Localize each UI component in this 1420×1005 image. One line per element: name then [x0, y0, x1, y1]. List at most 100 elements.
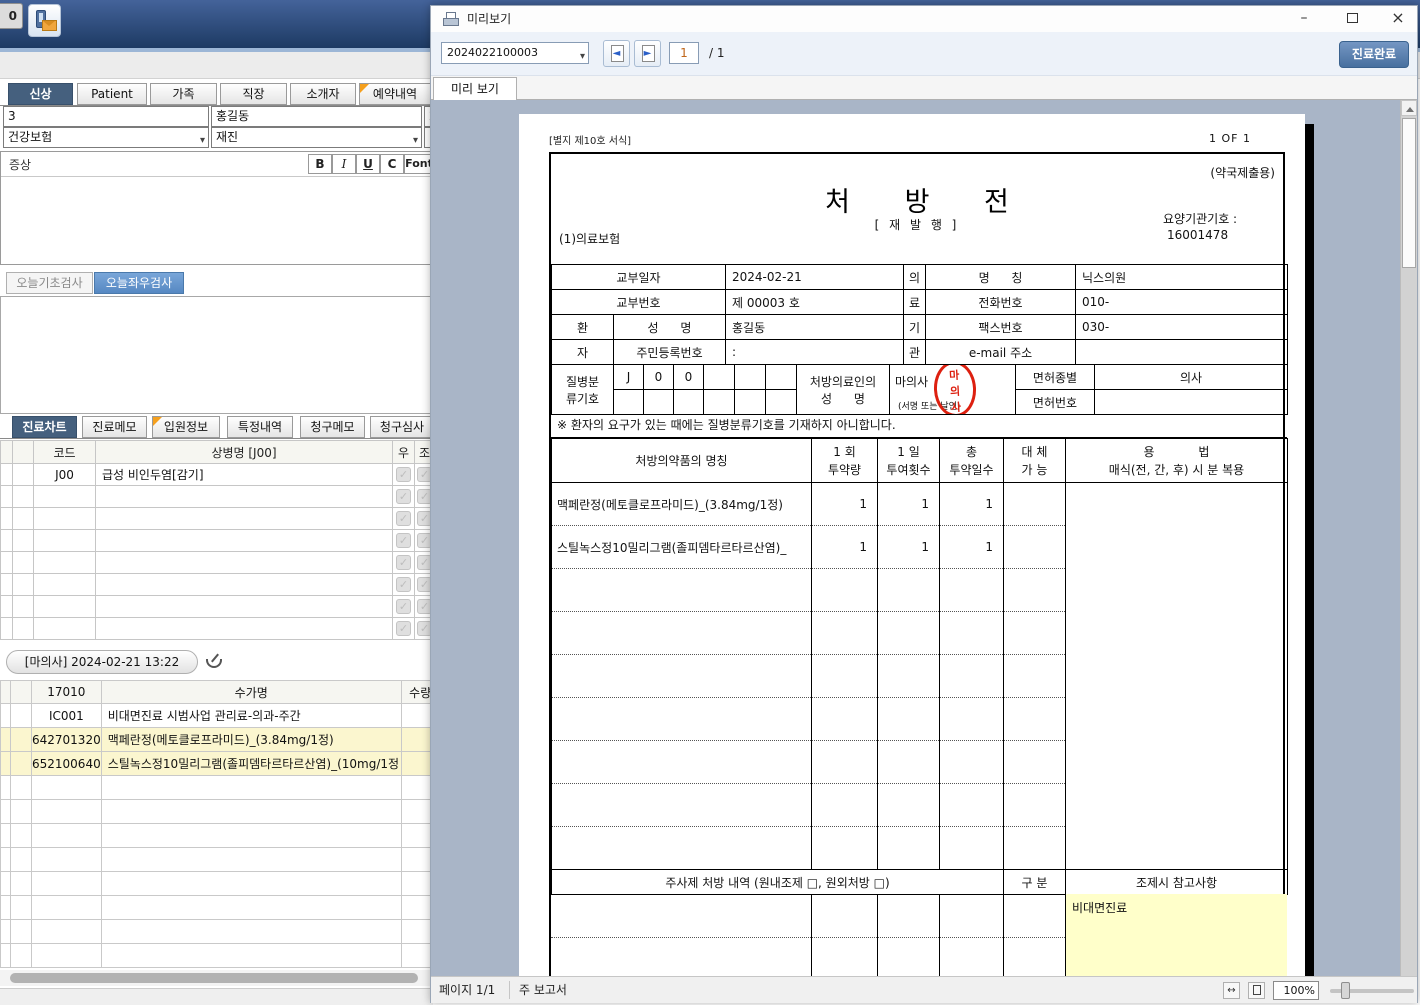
- charge-row[interactable]: IC001 비대면진료 시범사업 관리료-의과-주간: [0, 703, 440, 728]
- chart-tabbar: 진료차트 진료메모 입원정보 특정내역 청구메모 청구심사: [0, 416, 434, 439]
- disease-code-table: 질병분 류기호 J 0 0 처방의료인의 성 명 마의사 마의사 (서명 또는 날인…: [551, 364, 1288, 415]
- document-number-select[interactable]: 2024022100003 ▾: [441, 42, 589, 64]
- scrollbar-thumb[interactable]: [10, 973, 418, 983]
- scroll-up-arrow-icon[interactable]: [1401, 100, 1417, 116]
- tab-family[interactable]: 가족: [150, 83, 217, 105]
- charge-row[interactable]: 642701320 맥페란정(메토클로프라미드)_(3.84mg/1정): [0, 727, 440, 752]
- checkbox-right[interactable]: ✓: [396, 489, 411, 504]
- checkbox-right[interactable]: ✓: [396, 555, 411, 570]
- charge-empty-row[interactable]: [0, 871, 440, 896]
- fit-width-button[interactable]: ↔: [1223, 982, 1240, 999]
- horizontal-scrollbar[interactable]: [0, 970, 433, 986]
- prescriber-label: 처방의료인의 성 명: [796, 364, 890, 415]
- tab-personal[interactable]: 신상: [8, 83, 73, 105]
- checkbox-right[interactable]: ✓: [396, 577, 411, 592]
- symptom-textarea[interactable]: [1, 177, 432, 265]
- patient-name-field[interactable]: 홍길동: [211, 106, 422, 127]
- doctor-session-tag[interactable]: [마의사] 2024-02-21 13:22: [6, 650, 198, 674]
- diagnosis-empty-row[interactable]: ✓ ✓: [0, 595, 435, 618]
- disease-code-label: 질병분 류기호: [551, 364, 614, 415]
- underline-button[interactable]: U: [356, 154, 380, 174]
- tab-claim-memo[interactable]: 청구메모: [300, 416, 365, 438]
- charge-empty-row[interactable]: [0, 943, 440, 968]
- chart-number-field[interactable]: 3: [3, 106, 209, 127]
- injection-body: 비대면진료: [551, 894, 1287, 976]
- page-number-input[interactable]: 1: [669, 42, 699, 64]
- preview-tabbar: 미리 보기: [431, 76, 1417, 100]
- checkbox-right[interactable]: ✓: [396, 621, 411, 636]
- sms-button[interactable]: [28, 4, 61, 37]
- diagnosis-empty-row[interactable]: ✓ ✓: [0, 485, 435, 508]
- checkbox-right[interactable]: ✓: [396, 533, 411, 548]
- charge-name: 비대면진료 시범사업 관리료-의과-주간: [100, 703, 402, 728]
- charge-empty-row[interactable]: [0, 895, 440, 920]
- preview-dialog: 미리보기 – × 2024022100003 ▾ ◄ ► 1 / 1 진료완료 …: [430, 5, 1418, 1003]
- treatment-complete-button[interactable]: 진료완료: [1339, 41, 1409, 68]
- med-substitutable: [1003, 482, 1066, 526]
- printer-icon: [443, 18, 459, 26]
- arrow-left-icon: ◄: [612, 48, 621, 59]
- next-page-button[interactable]: ►: [634, 40, 661, 67]
- maximize-button[interactable]: [1335, 6, 1369, 31]
- diagnosis-row[interactable]: J00 급성 비인두염[감기] ✓ ✓: [0, 463, 435, 486]
- diagnosis-empty-row[interactable]: ✓ ✓: [0, 551, 435, 574]
- form-note: [별지 제10호 서식]: [549, 136, 632, 147]
- prev-page-button[interactable]: ◄: [603, 40, 630, 67]
- col-med-name: 처방의약품의 명칭: [551, 438, 812, 483]
- tab-referrer[interactable]: 소개자: [290, 83, 356, 105]
- scrollbar-thumb[interactable]: [1402, 118, 1416, 268]
- disease-code-cell: 0: [673, 364, 704, 390]
- charge-empty-row[interactable]: [0, 919, 440, 944]
- email-label: e-mail 주소: [925, 339, 1077, 365]
- tab-reservation[interactable]: 예약내역: [359, 83, 431, 105]
- zoom-slider-thumb[interactable]: [1341, 982, 1350, 999]
- tab-special[interactable]: 특정내역: [227, 416, 293, 438]
- today-basic-exam-button[interactable]: 오늘기초검사: [6, 272, 93, 294]
- tab-preview[interactable]: 미리 보기: [433, 77, 517, 100]
- zoom-level-input[interactable]: 100%: [1273, 981, 1319, 1000]
- preview-content[interactable]: [별지 제10호 서식] 1 OF 1 (약국제출용) 처 방 전 [ 재 발 …: [431, 100, 1417, 976]
- tab-memo[interactable]: 진료메모: [82, 416, 147, 438]
- charge-row[interactable]: 652100640 스틸녹스정10밀리그램(졸피뎀타르타르산염)_(10mg/1…: [0, 751, 440, 776]
- tab-patient[interactable]: Patient: [77, 83, 147, 105]
- vertical-scrollbar[interactable]: [1400, 100, 1417, 976]
- italic-button[interactable]: I: [332, 154, 356, 174]
- col-dose: 1 회 투약량: [811, 438, 878, 483]
- disease-code-cell: [703, 364, 735, 390]
- diagnosis-table: 코드 상병명 [J00] 우 조 J00 급성 비인두염[감기] ✓ ✓ ✓ ✓ …: [0, 440, 435, 640]
- tab-admission[interactable]: 입원정보: [152, 416, 220, 438]
- checkbox-right[interactable]: ✓: [396, 599, 411, 614]
- issue-date-label: 교부일자: [550, 264, 727, 290]
- org-group-char: 의: [903, 264, 927, 290]
- charge-empty-row[interactable]: [0, 823, 440, 848]
- dialog-titlebar[interactable]: 미리보기 – ×: [431, 6, 1417, 32]
- diagnosis-empty-row[interactable]: ✓ ✓: [0, 507, 435, 530]
- charge-empty-row[interactable]: [0, 799, 440, 824]
- color-button[interactable]: C: [380, 154, 404, 174]
- charge-code: 652100640: [31, 751, 102, 776]
- insurance-select[interactable]: 건강보험 ▾: [3, 127, 209, 148]
- minimize-button[interactable]: –: [1287, 6, 1321, 31]
- tab-workplace[interactable]: 직장: [220, 83, 287, 105]
- tab-chart[interactable]: 진료차트: [12, 416, 77, 438]
- checkbox-right[interactable]: ✓: [396, 467, 411, 482]
- exam-result-panel[interactable]: [0, 296, 433, 414]
- diagnosis-name: 급성 비인두염[감기]: [95, 463, 393, 486]
- disease-note: ※ 환자의 요구가 있는 때에는 질병분류기호를 기재하지 아니합니다.: [551, 414, 1287, 438]
- close-button[interactable]: ×: [1381, 6, 1415, 31]
- pharmacy-copy-note: (약국제출용): [1210, 166, 1275, 180]
- checkbox-right[interactable]: ✓: [396, 511, 411, 526]
- tab-claim-review[interactable]: 청구심사: [370, 416, 434, 438]
- diagnosis-empty-row[interactable]: ✓ ✓: [0, 617, 435, 640]
- fit-page-button[interactable]: [1248, 982, 1265, 999]
- visit-type-select[interactable]: 재진 ▾: [211, 127, 422, 148]
- bold-button[interactable]: B: [308, 154, 332, 174]
- today-leftright-exam-button[interactable]: 오늘좌우검사: [94, 272, 184, 294]
- col-substitutable: 대 체가 능: [1003, 438, 1066, 483]
- charge-empty-row[interactable]: [0, 847, 440, 872]
- diagnosis-empty-row[interactable]: ✓ ✓: [0, 529, 435, 552]
- diagnosis-empty-row[interactable]: ✓ ✓: [0, 573, 435, 596]
- charge-header-row: 17010 수가명 수량: [0, 680, 440, 704]
- charge-empty-row[interactable]: [0, 775, 440, 800]
- chevron-down-icon: ▾: [199, 135, 205, 146]
